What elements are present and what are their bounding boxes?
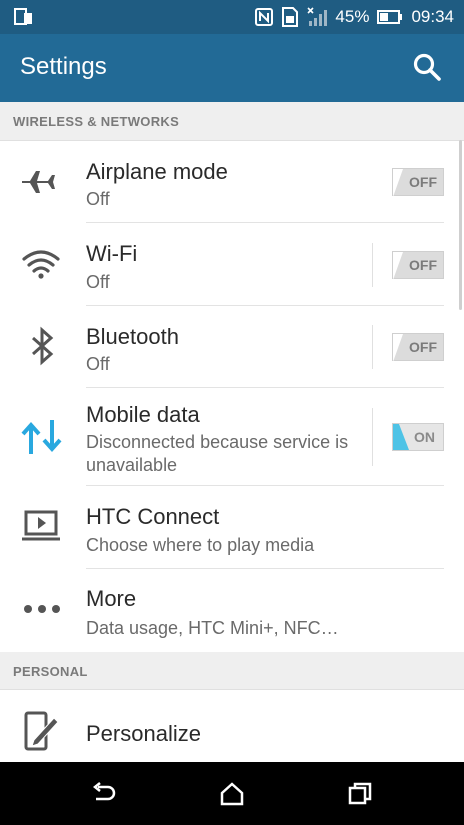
setting-summary-line1: Disconnected because service is — [86, 432, 349, 452]
setting-title: Airplane mode — [86, 159, 228, 184]
navigation-bar — [0, 762, 464, 825]
back-icon[interactable] — [90, 780, 118, 808]
recents-icon[interactable] — [346, 780, 374, 808]
toggle-label: OFF — [409, 339, 437, 355]
search-icon[interactable] — [412, 52, 442, 82]
toggle-notch — [393, 252, 403, 280]
setting-title: Mobile data — [86, 402, 200, 427]
setting-more[interactable]: More Data usage, HTC Mini+, NFC… — [0, 569, 464, 652]
toggle-notch — [393, 169, 403, 197]
setting-summary-line2: unavailable — [86, 455, 178, 475]
section-header-personal: PERSONAL — [0, 652, 464, 690]
toggle-separator — [372, 325, 373, 369]
toggle-label: ON — [414, 429, 435, 445]
clock: 09:34 — [411, 7, 454, 26]
setting-summary: Off — [86, 354, 110, 374]
nfc-icon — [255, 8, 274, 26]
toggle-label: OFF — [409, 174, 437, 190]
bluetooth-toggle[interactable]: OFF — [392, 333, 444, 362]
setting-title: Bluetooth — [86, 324, 179, 349]
toggle-on-slant — [399, 424, 409, 450]
setting-wifi[interactable]: Wi-Fi Off OFF — [0, 223, 464, 306]
toggle-separator — [372, 243, 373, 287]
scrollbar[interactable] — [459, 140, 462, 310]
bluetooth-icon — [32, 326, 54, 366]
wifi-toggle[interactable]: OFF — [392, 251, 444, 280]
status-right: 45% 09:34 — [255, 0, 454, 34]
battery-icon — [377, 10, 403, 24]
setting-bluetooth[interactable]: Bluetooth Off OFF — [0, 306, 464, 388]
setting-mobile-data[interactable]: Mobile data Disconnected because service… — [0, 388, 464, 486]
toggle-notch — [393, 334, 403, 362]
sim-icon — [282, 7, 299, 27]
setting-title: Wi-Fi — [86, 241, 138, 266]
setting-airplane-mode[interactable]: Airplane mode Off OFF — [0, 141, 464, 223]
mobile-data-toggle[interactable]: ON — [392, 423, 444, 451]
page-title: Settings — [20, 53, 107, 80]
battery-percent: 45% — [335, 7, 370, 26]
setting-summary: Data usage, HTC Mini+, NFC… — [86, 618, 339, 638]
section-header-label: PERSONAL — [13, 664, 88, 679]
setting-summary: Off — [86, 189, 110, 209]
screen-mirror-icon — [14, 8, 32, 25]
section-header-label: WIRELESS & NETWORKS — [13, 114, 180, 129]
airplane-mode-toggle[interactable]: OFF — [392, 168, 444, 197]
more-dots-icon — [24, 605, 60, 613]
setting-htc-connect[interactable]: HTC Connect Choose where to play media — [0, 486, 464, 569]
section-header-wireless: WIRELESS & NETWORKS — [0, 102, 464, 141]
toggle-label: OFF — [409, 257, 437, 273]
htc-connect-icon — [22, 510, 60, 541]
setting-personalize[interactable]: Personalize — [0, 690, 464, 762]
setting-summary: Off — [86, 272, 110, 292]
setting-title: HTC Connect — [86, 504, 220, 529]
toggle-separator — [372, 408, 373, 466]
personalize-icon — [24, 711, 59, 751]
home-icon[interactable] — [218, 780, 246, 808]
app-bar: Settings — [0, 34, 464, 102]
mobile-data-icon — [21, 420, 62, 454]
airplane-icon — [22, 171, 55, 193]
setting-title: Personalize — [86, 721, 201, 746]
setting-summary: Choose where to play media — [86, 535, 315, 555]
no-signal-icon — [307, 7, 328, 26]
setting-title: More — [86, 586, 137, 611]
status-bar: 45% 09:34 — [0, 0, 464, 34]
wifi-icon — [22, 250, 60, 279]
